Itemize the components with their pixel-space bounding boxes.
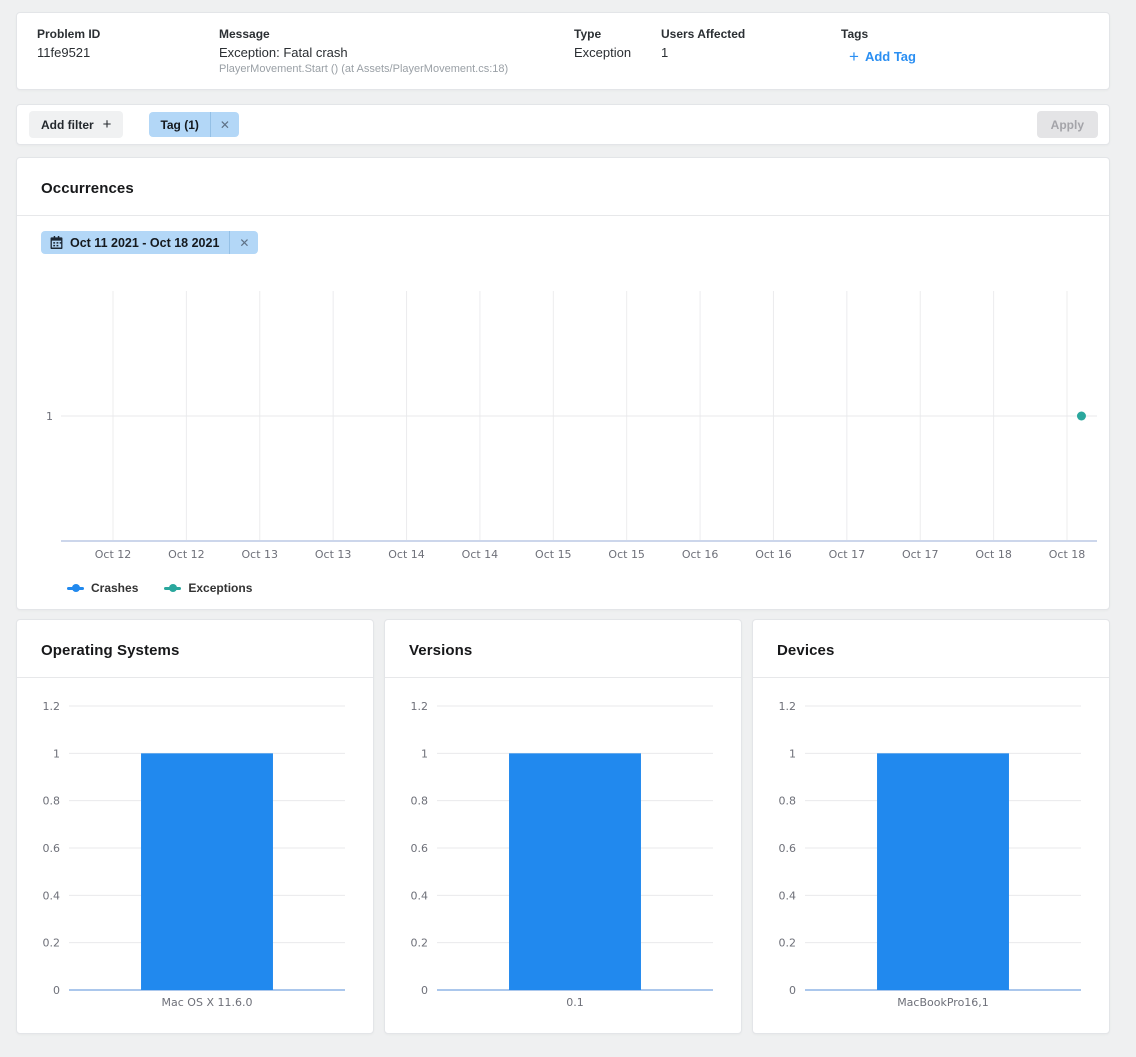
svg-text:Oct 12: Oct 12 <box>168 548 205 561</box>
type-value: Exception <box>574 45 661 60</box>
svg-text:0.6: 0.6 <box>779 842 797 855</box>
versions-panel: Versions 0 0.2 0.4 0.6 0.8 1 1.2 0.1 <box>384 619 742 1034</box>
occurrences-panel: Occurrences Oct 11 2021 - Oct 18 2021 ✕ … <box>16 157 1110 610</box>
tag-filter-chip[interactable]: Tag (1) ✕ <box>149 112 239 137</box>
add-tag-label: Add Tag <box>865 49 916 64</box>
breakdown-panels: Operating Systems 0 0.2 0.4 0.6 0.8 1 1.2 Mac O… <box>16 619 1110 1046</box>
svg-text:1: 1 <box>46 410 53 423</box>
users-affected-value: 1 <box>661 45 841 60</box>
svg-text:0.2: 0.2 <box>411 937 429 950</box>
svg-text:Oct 15: Oct 15 <box>608 548 645 561</box>
problem-id-value: 11fe9521 <box>37 45 219 60</box>
svg-text:Oct 18: Oct 18 <box>975 548 1012 561</box>
plus-icon: + <box>103 116 112 133</box>
date-range-label: Oct 11 2021 - Oct 18 2021 <box>63 236 229 250</box>
add-filter-label: Add filter <box>41 118 94 132</box>
svg-text:0.1: 0.1 <box>566 996 584 1009</box>
svg-text:Oct 17: Oct 17 <box>829 548 866 561</box>
operating-systems-panel: Operating Systems 0 0.2 0.4 0.6 0.8 1 1.2 Mac O… <box>16 619 374 1034</box>
svg-text:0: 0 <box>53 984 60 997</box>
versions-title: Versions <box>409 642 472 659</box>
occurrences-body: Oct 11 2021 - Oct 18 2021 ✕ Oct 12Oct 12… <box>17 216 1109 609</box>
svg-text:0: 0 <box>421 984 428 997</box>
svg-text:MacBookPro16,1: MacBookPro16,1 <box>897 996 989 1009</box>
devices-title: Devices <box>777 642 834 659</box>
message-value: Exception: Fatal crash <box>219 45 574 60</box>
svg-text:Oct 14: Oct 14 <box>388 548 425 561</box>
chart-legend: Crashes Exceptions <box>41 581 1097 595</box>
plus-icon: + <box>849 50 859 63</box>
svg-text:1: 1 <box>789 747 796 760</box>
svg-text:Oct 12: Oct 12 <box>95 548 132 561</box>
problem-id-field: Problem ID 11fe9521 <box>37 27 219 73</box>
users-affected-field: Users Affected 1 <box>661 27 841 73</box>
svg-text:1: 1 <box>421 747 428 760</box>
versions-header: Versions <box>385 620 741 678</box>
svg-text:0.2: 0.2 <box>43 937 61 950</box>
operating-systems-title: Operating Systems <box>41 642 179 659</box>
svg-text:Oct 18: Oct 18 <box>1049 548 1086 561</box>
devices-header: Devices <box>753 620 1109 678</box>
tags-field: Tags + Add Tag <box>841 27 1089 73</box>
occurrences-title: Occurrences <box>41 180 134 197</box>
svg-text:Oct 13: Oct 13 <box>315 548 352 561</box>
filter-bar: Add filter + Tag (1) ✕ Apply <box>16 104 1110 145</box>
tags-label: Tags <box>841 27 1089 41</box>
versions-chart[interactable]: 0 0.2 0.4 0.6 0.8 1 1.2 0.1 <box>385 690 741 1025</box>
svg-text:Oct 14: Oct 14 <box>462 548 499 561</box>
svg-text:Oct 13: Oct 13 <box>242 548 279 561</box>
devices-chart[interactable]: 0 0.2 0.4 0.6 0.8 1 1.2 MacBookPro16,1 <box>753 690 1109 1025</box>
svg-text:0.8: 0.8 <box>411 795 429 808</box>
operating-systems-chart[interactable]: 0 0.2 0.4 0.6 0.8 1 1.2 Mac OS X 11.6.0 <box>17 690 373 1025</box>
svg-text:0.8: 0.8 <box>43 795 61 808</box>
calendar-icon <box>50 236 63 249</box>
svg-text:1.2: 1.2 <box>411 700 429 713</box>
svg-text:0: 0 <box>789 984 796 997</box>
legend-item-exceptions[interactable]: Exceptions <box>164 581 252 595</box>
apply-button[interactable]: Apply <box>1037 111 1098 138</box>
add-filter-button[interactable]: Add filter + <box>29 111 123 138</box>
message-label: Message <box>219 27 574 41</box>
occurrences-header: Occurrences <box>17 158 1109 216</box>
legend-marker-icon <box>164 587 181 590</box>
legend-marker-icon <box>67 587 84 590</box>
problem-summary-panel: Problem ID 11fe9521 Message Exception: F… <box>16 12 1110 90</box>
close-icon[interactable]: ✕ <box>210 112 239 137</box>
legend-item-crashes[interactable]: Crashes <box>67 581 138 595</box>
svg-text:1.2: 1.2 <box>43 700 61 713</box>
svg-text:0.2: 0.2 <box>779 937 797 950</box>
operating-systems-header: Operating Systems <box>17 620 373 678</box>
message-field: Message Exception: Fatal crash PlayerMov… <box>219 27 574 73</box>
users-affected-label: Users Affected <box>661 27 841 41</box>
svg-text:Mac OS X 11.6.0: Mac OS X 11.6.0 <box>162 996 253 1009</box>
svg-text:0.4: 0.4 <box>779 889 797 902</box>
add-tag-button[interactable]: + Add Tag <box>849 49 1089 64</box>
type-label: Type <box>574 27 661 41</box>
occurrences-chart[interactable]: Oct 12 Oct 12 Oct 13 Oct 13 Oct 14 Oct 14 Oct … <box>41 289 1097 572</box>
close-icon[interactable]: ✕ <box>229 231 258 254</box>
type-field: Type Exception <box>574 27 661 73</box>
svg-text:0.6: 0.6 <box>411 842 429 855</box>
date-range-chip[interactable]: Oct 11 2021 - Oct 18 2021 ✕ <box>41 231 258 254</box>
svg-text:1.2: 1.2 <box>779 700 797 713</box>
devices-panel: Devices 0 0.2 0.4 0.6 0.8 1 1.2 MacBookPro16,1 <box>752 619 1110 1034</box>
svg-text:1: 1 <box>53 747 60 760</box>
legend-label: Exceptions <box>188 581 252 595</box>
legend-label: Crashes <box>91 581 138 595</box>
svg-text:0.8: 0.8 <box>779 795 797 808</box>
svg-text:Oct 16: Oct 16 <box>755 548 792 561</box>
svg-text:0.4: 0.4 <box>43 889 61 902</box>
svg-text:Oct 15: Oct 15 <box>535 548 572 561</box>
problem-id-label: Problem ID <box>37 27 219 41</box>
svg-text:Oct 16: Oct 16 <box>682 548 719 561</box>
svg-text:0.6: 0.6 <box>43 842 61 855</box>
tag-chip-label: Tag (1) <box>149 118 209 132</box>
svg-text:Oct 17: Oct 17 <box>902 548 939 561</box>
page: Problem ID 11fe9521 Message Exception: F… <box>0 0 1110 1046</box>
svg-text:0.4: 0.4 <box>411 889 429 902</box>
stack-trace-line: PlayerMovement.Start () (at Assets/Playe… <box>219 63 574 75</box>
